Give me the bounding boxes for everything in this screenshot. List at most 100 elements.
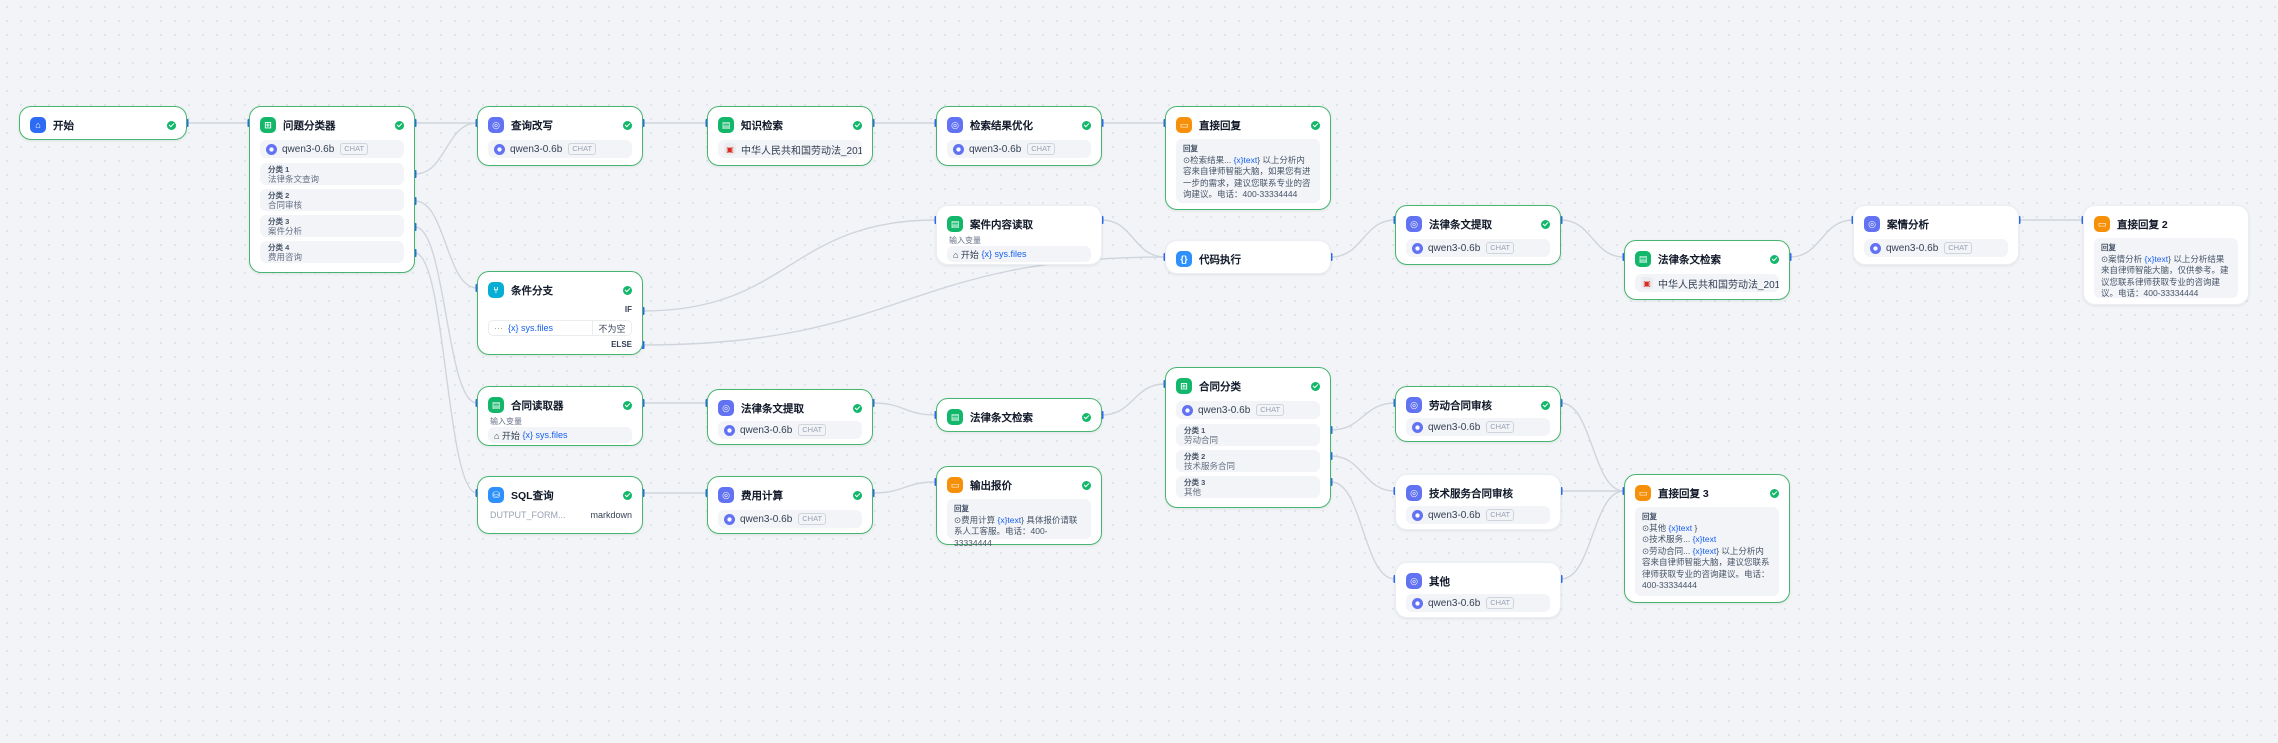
condition-variable: {x} sys.files [508,323,554,333]
model-icon [953,143,964,155]
model-badge: CHAT [798,513,827,525]
node-case-doc-extractor[interactable]: ▤ 案件内容读取 输入变量 ⌂ 开始 {x} sys.files [936,205,1102,265]
model-badge: CHAT [1486,509,1515,521]
input-variable: {x} sys.files [981,249,1027,259]
class-label: 分类 1 [1184,426,1206,435]
node-direct-answer-2[interactable]: ▭ 直接回复 2 回复 ⊙案情分析 {x}text} 以上分析结果来自律师智能大脑… [2083,205,2249,305]
reply-prefix: ⊙劳动合同... [1642,545,1691,556]
edge [414,252,478,494]
model-icon [1412,509,1423,521]
node-question-classifier[interactable]: ⊞ 问题分类器 qwen3-0.6b CHAT 分类 1 法律条文查询 分类 2 合同审… [249,106,415,273]
node-start[interactable]: ⌂ 开始 [19,106,187,140]
model-pill: qwen3-0.6b CHAT [1176,401,1320,419]
model-name: qwen3-0.6b [1428,242,1481,254]
reply-box: 回复 ⊙检索结果... {x}text} 以上分析内容来自律师智能大脑，如果您有… [1176,139,1320,203]
node-direct-answer-3[interactable]: ▭ 直接回复 3 回复 ⊙其他 {x}text } ⊙技术服务... {x}tex… [1624,474,1790,603]
success-check-icon [623,400,632,410]
condition-dots: ··· [494,323,503,333]
edge [1101,383,1166,416]
edge [1560,402,1625,492]
reply-label: 回复 [1642,512,1657,521]
reply-prefix: ⊙费用计算 [954,514,996,525]
model-badge: CHAT [1486,421,1515,433]
node-contract-reader[interactable]: ▤ 合同读取器 输入变量 ⌂ 开始 {x} sys.files [477,386,643,446]
class-value: 案件分析 [268,226,303,236]
class-item: 分类 4 费用咨询 [260,241,404,263]
class-item: 分类 1 法律条文查询 [260,163,404,185]
input-label: 输入变量 [949,236,981,245]
output-format: markdown [590,510,632,520]
node-tech-contract-review[interactable]: ◎ 技术服务合同审核 qwen3-0.6b CHAT [1395,474,1561,530]
class-item: 分类 3 案件分析 [260,215,404,237]
class-value: 技术服务合同 [1184,461,1236,471]
input-var-pill: ⌂ 开始 {x} sys.files [947,246,1091,262]
node-case-analysis[interactable]: ◎ 案情分析 qwen3-0.6b CHAT [1853,205,2019,265]
class-item: 分类 3 其他 [1176,476,1320,498]
answer-icon: ▭ [2094,216,2110,232]
reply-label: 回复 [1183,144,1198,153]
node-other-review[interactable]: ◎ 其他 qwen3-0.6b CHAT [1395,562,1561,618]
node-output-quote[interactable]: ▭ 输出报价 回复 ⊙费用计算 {x}text} 具体报价请联系人工客服。电话：4… [936,466,1102,548]
model-icon [724,513,735,525]
model-pill: qwen3-0.6b CHAT [1406,506,1550,524]
node-labor-contract-review[interactable]: ◎ 劳动合同审核 qwen3-0.6b CHAT [1395,386,1561,442]
class-value: 合同审核 [268,200,303,210]
node-contract-classifier[interactable]: ⊞ 合同分类 qwen3-0.6b CHAT 分类 1 劳动合同 分类 2 技术服务合同… [1165,367,1331,508]
edge [1330,481,1396,580]
node-law-extract-2[interactable]: ◎ 法律条文提取 qwen3-0.6b CHAT [707,389,873,445]
node-title: 条件分支 [511,284,553,297]
model-pill: qwen3-0.6b CHAT [718,510,862,528]
node-title: 开始 [53,119,74,132]
reply-prefix: ⊙检索结果... [1183,154,1232,165]
model-pill: qwen3-0.6b CHAT [1406,239,1550,257]
knowledge-icon: ▤ [1635,251,1651,267]
success-check-icon [853,120,862,130]
edge [1330,455,1396,492]
node-knowledge-retrieval[interactable]: ▤ 知识检索 ▣ 中华人民共和国劳动法_2018122... [707,106,873,166]
class-label: 分类 3 [1184,478,1206,487]
success-check-icon [1082,120,1091,130]
model-icon [1182,404,1193,416]
success-check-icon [623,490,632,500]
node-law-search-2[interactable]: ▤ 法律条文检索 [936,398,1102,432]
node-code[interactable]: {} 代码执行 [1165,240,1331,274]
reply-variable: {x}text [2144,253,2169,264]
node-title: SQL查询 [511,489,554,502]
node-law-extract-1[interactable]: ◎ 法律条文提取 qwen3-0.6b CHAT [1395,205,1561,265]
success-check-icon [1770,254,1779,264]
node-title: 费用计算 [741,489,783,502]
model-name: qwen3-0.6b [740,513,793,525]
edge [1101,219,1166,258]
reply-variable: {x}text [997,514,1022,525]
node-query-rewrite[interactable]: ◎ 查询改写 qwen3-0.6b CHAT [477,106,643,166]
node-if-else[interactable]: ⑂ 条件分支 IF ··· {x} sys.files 不为空 ELSE [477,271,643,355]
code-icon: {} [1176,251,1192,267]
success-check-icon [1541,400,1550,410]
reply-box: 回复 ⊙其他 {x}text } ⊙技术服务... {x}text ⊙劳动合同.… [1635,507,1779,596]
node-result-optimize[interactable]: ◎ 检索结果优化 qwen3-0.6b CHAT [936,106,1102,166]
node-sql-query[interactable]: ⛁ SQL查询 DUTPUT_FORM... markdown [477,476,643,534]
branch-icon: ⑂ [488,282,504,298]
class-item: 分类 2 合同审核 [260,189,404,211]
node-fee-calc[interactable]: ◎ 费用计算 qwen3-0.6b CHAT [707,476,873,534]
edge [1560,490,1625,580]
reply-label: 回复 [2101,243,2116,252]
edge [642,219,937,312]
node-law-search-1[interactable]: ▤ 法律条文检索 ▣ 中华人民共和国劳动法_2018122... [1624,240,1790,300]
knowledge-icon: ▤ [947,409,963,425]
node-direct-answer[interactable]: ▭ 直接回复 回复 ⊙检索结果... {x}text} 以上分析内容来自律师智能大… [1165,106,1331,210]
model-name: qwen3-0.6b [1886,242,1939,254]
home-icon: ⌂ [30,117,46,133]
success-check-icon [1541,219,1550,229]
model-pill: qwen3-0.6b CHAT [1406,594,1550,612]
input-var-pill: ⌂ 开始 {x} sys.files [488,427,632,443]
success-check-icon [1082,480,1091,490]
node-title: 查询改写 [511,119,553,132]
edge [414,122,478,175]
model-icon [724,424,735,436]
model-icon [494,143,505,155]
reply-prefix: ⊙其他 [1642,522,1667,533]
output-row: DUTPUT_FORM... markdown [490,510,632,520]
node-title: 案情分析 [1887,218,1929,231]
edge [1789,219,1854,258]
